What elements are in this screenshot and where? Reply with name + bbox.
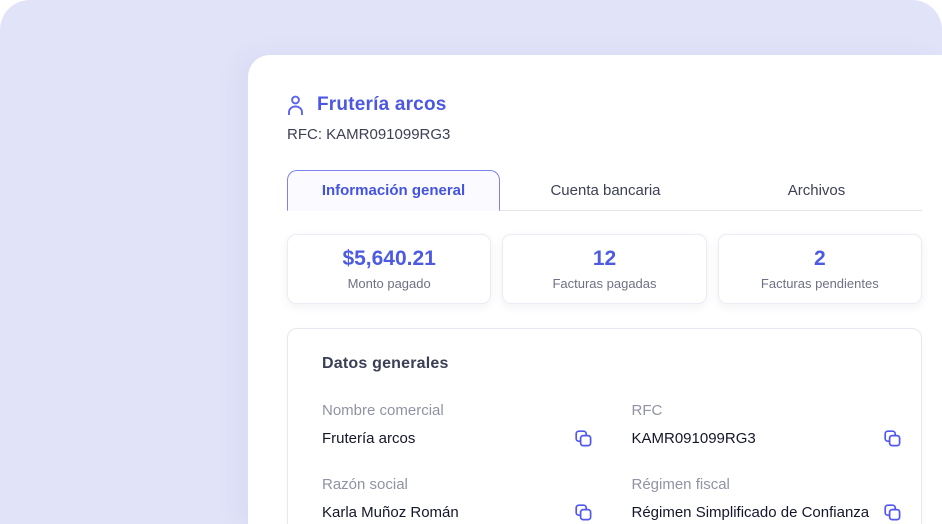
stat-value: 12: [592, 247, 617, 270]
field-regimen-fiscal: Régimen fiscal Régimen Simplificado de C…: [632, 476, 902, 521]
fields-grid: Nombre comercial Frutería arcos RFC KAMR…: [322, 402, 901, 521]
tab-archivos[interactable]: Archivos: [711, 170, 922, 211]
person-icon: [287, 95, 304, 116]
datos-generales-card: Datos generales Nombre comercial Fruterí…: [287, 328, 922, 524]
field-value: KAMR091099RG3: [631, 430, 756, 447]
field-label: Nombre comercial: [322, 402, 444, 419]
copy-icon: [884, 430, 901, 450]
tab-informacion-general[interactable]: Información general: [287, 170, 500, 211]
copy-nombre-comercial-button[interactable]: [574, 430, 592, 450]
field-razon-social: Razón social Karla Muñoz Román: [322, 476, 592, 521]
field-label: Régimen fiscal: [631, 476, 730, 493]
copy-icon: [884, 504, 901, 524]
client-name: Frutería arcos: [317, 94, 447, 115]
field-nombre-comercial: Nombre comercial Frutería arcos: [322, 402, 592, 447]
copy-razon-social-button[interactable]: [574, 504, 592, 524]
field-value: Régimen Simplificado de Confianza: [631, 504, 870, 521]
stat-card-facturas-pendientes: 2 Facturas pendientes: [717, 234, 922, 304]
stat-label: Facturas pagadas: [552, 276, 657, 291]
copy-rfc-button[interactable]: [884, 430, 901, 447]
client-header: Frutería arcos: [287, 94, 922, 116]
field-value: Frutería arcos: [322, 430, 416, 447]
section-title: Datos generales: [322, 355, 449, 372]
stat-value: $5,640.21: [342, 247, 436, 270]
copy-icon: [574, 504, 592, 524]
field-rfc: RFC KAMR091099RG3: [632, 402, 902, 447]
client-rfc: RFC: KAMR091099RG3: [287, 126, 451, 143]
stat-card-monto-pagado: $5,640.21 Monto pagado: [287, 234, 492, 304]
tab-bar: Información general Cuenta bancaria Arch…: [287, 170, 922, 211]
copy-icon: [574, 430, 592, 450]
field-label: RFC: [631, 402, 663, 419]
stat-value: 2: [813, 247, 826, 270]
stat-card-facturas-pagadas: 12 Facturas pagadas: [502, 234, 707, 304]
stat-label: Monto pagado: [347, 276, 431, 291]
client-detail-panel: Frutería arcos RFC: KAMR091099RG3 Inform…: [248, 55, 942, 524]
field-value: Karla Muñoz Román: [322, 504, 459, 521]
stats-row: $5,640.21 Monto pagado 12 Facturas pagad…: [287, 234, 922, 304]
page: Frutería arcos RFC: KAMR091099RG3 Inform…: [0, 0, 942, 524]
field-label: Razón social: [322, 476, 408, 493]
copy-regimen-fiscal-button[interactable]: [884, 504, 901, 521]
tab-cuenta-bancaria[interactable]: Cuenta bancaria: [500, 170, 711, 211]
stat-label: Facturas pendientes: [760, 276, 879, 291]
